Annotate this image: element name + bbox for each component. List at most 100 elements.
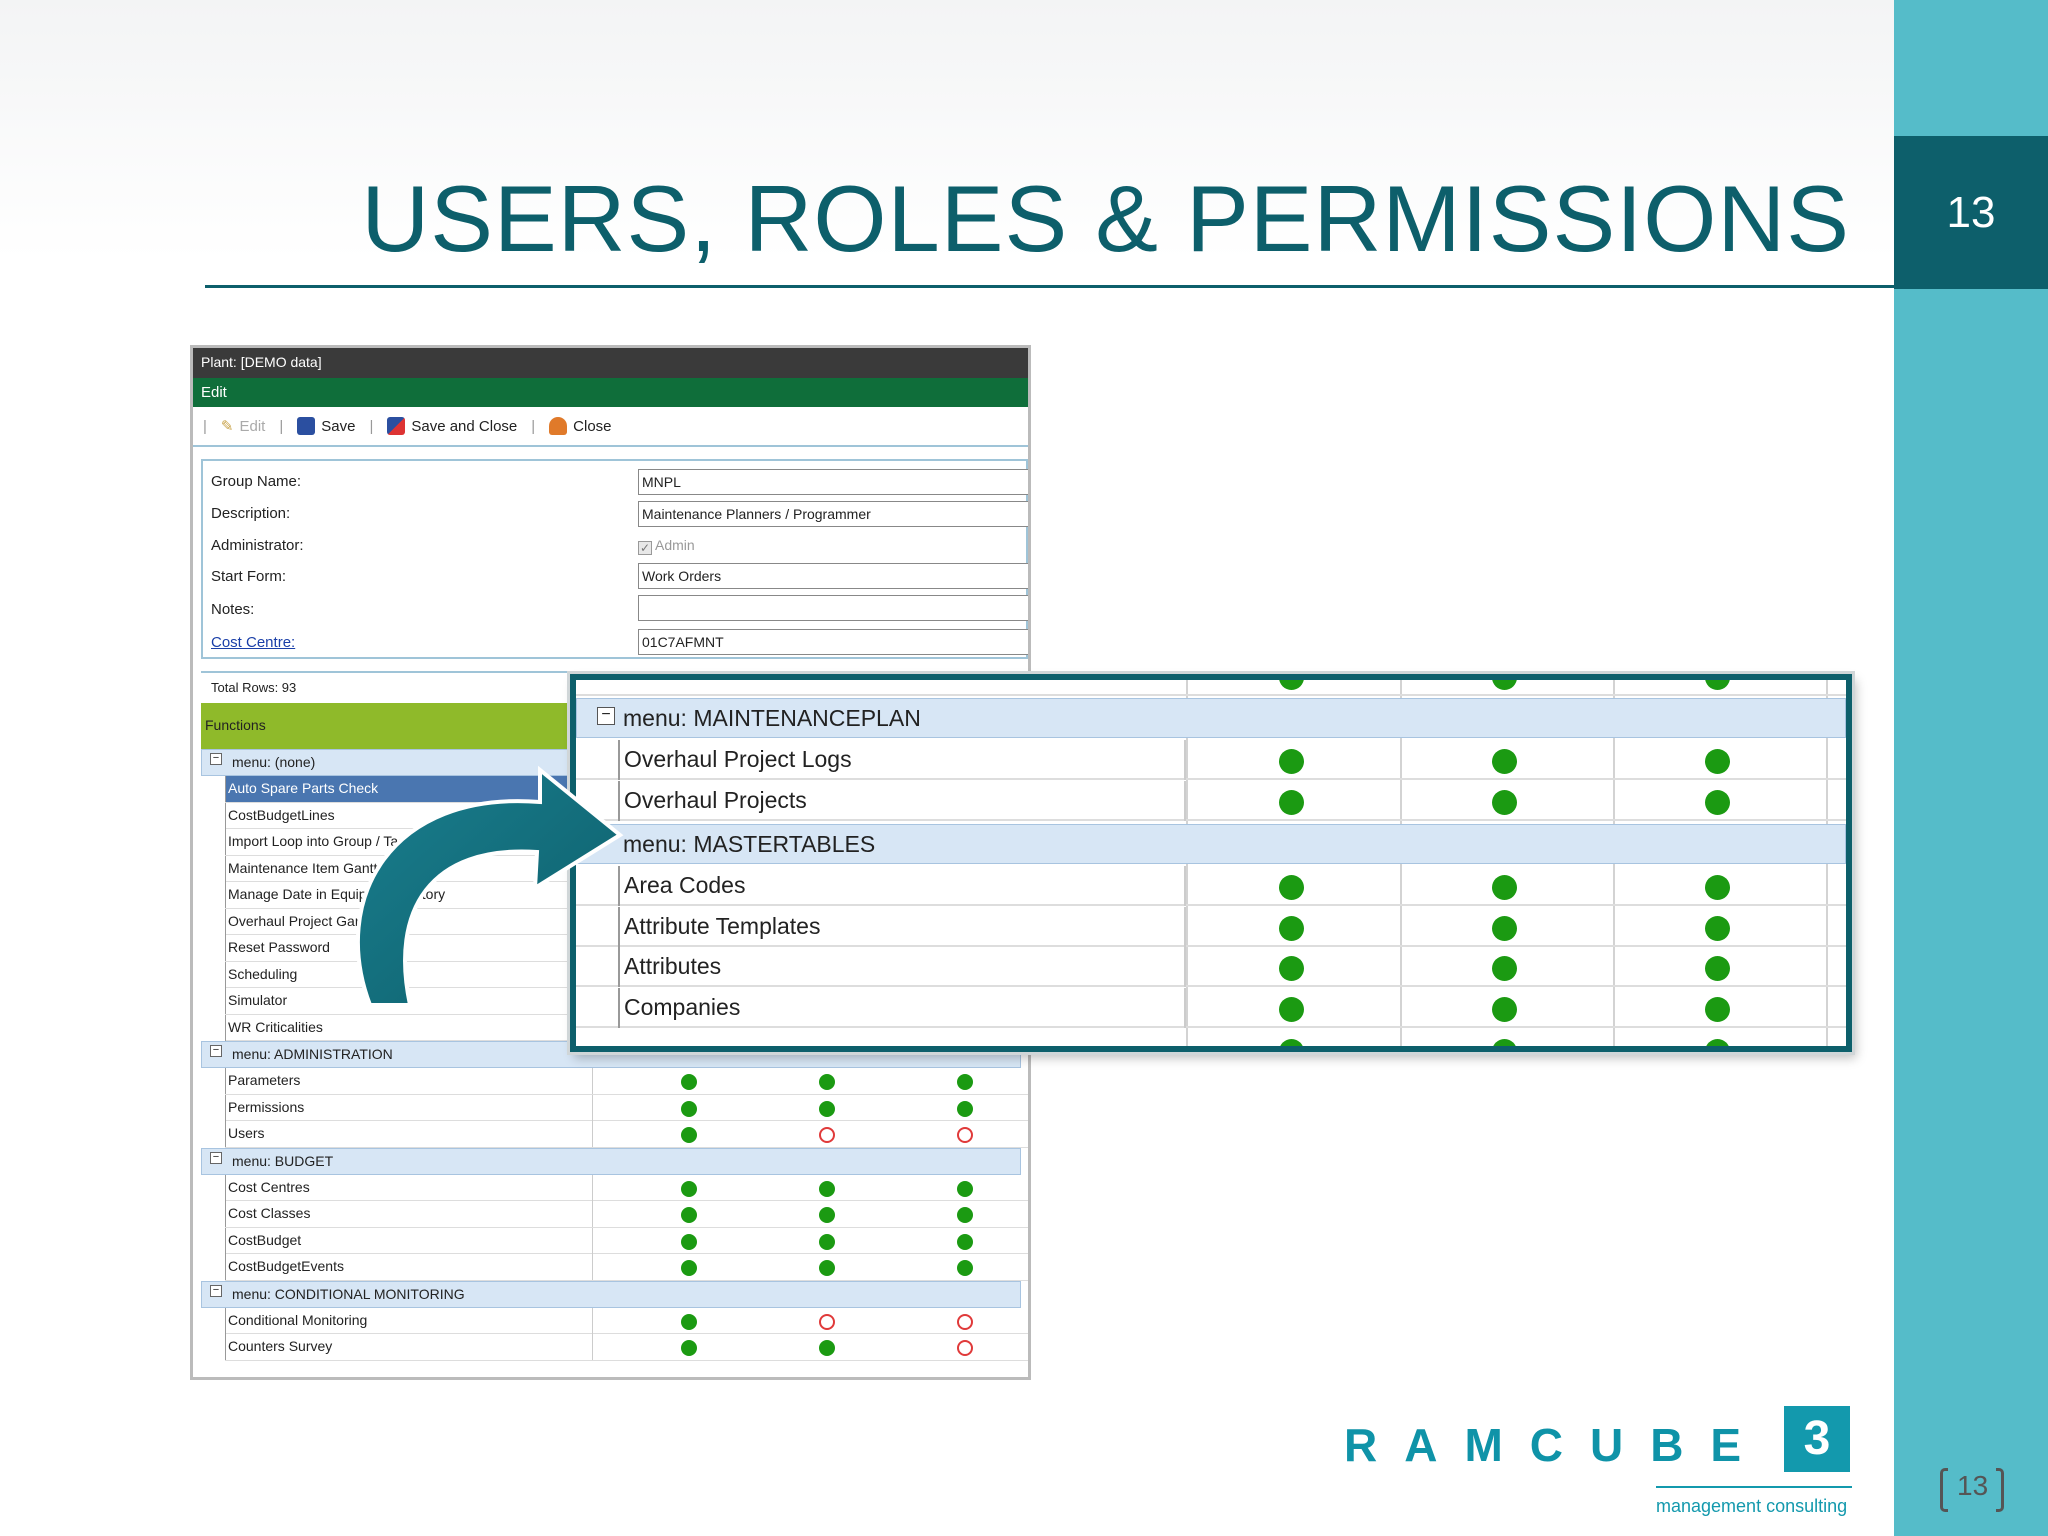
collapse-icon[interactable]: − — [210, 1151, 222, 1164]
function-row[interactable]: Counters Survey — [225, 1334, 1028, 1361]
toolbar-separator: | — [369, 417, 374, 435]
group-name-field[interactable]: MNPL — [638, 469, 1028, 495]
permission-granted-dot[interactable] — [819, 1100, 835, 1117]
permission-granted-dot[interactable] — [1705, 680, 1730, 690]
function-row[interactable]: Overhaul Project Logs — [576, 740, 1846, 780]
menu-group-row[interactable]: − menu: BUDGET — [201, 1147, 1021, 1175]
close-button[interactable]: Close — [549, 417, 612, 435]
permission-granted-dot[interactable] — [681, 1180, 697, 1197]
close-label: Close — [573, 417, 612, 435]
permission-granted-dot[interactable] — [1279, 749, 1304, 774]
function-name: CostBudgetEvents — [225, 1254, 593, 1280]
cost-centre-field[interactable]: 01C7AFMNT — [638, 629, 1028, 655]
permission-denied-dot[interactable] — [957, 1340, 973, 1356]
checkmark-icon: ✓ — [638, 541, 652, 555]
permission-granted-dot[interactable] — [1492, 915, 1517, 941]
permission-granted-dot[interactable] — [681, 1340, 697, 1356]
function-row[interactable]: Permissions — [225, 1094, 1028, 1121]
permission-granted-dot[interactable] — [819, 1074, 835, 1090]
permission-granted-dot[interactable] — [819, 1207, 835, 1223]
function-row[interactable]: Users — [225, 1121, 1028, 1148]
permission-granted-dot[interactable] — [1705, 1039, 1730, 1046]
save-button[interactable]: Save — [297, 417, 355, 435]
permission-denied-dot[interactable] — [957, 1313, 973, 1330]
permission-granted-dot[interactable] — [957, 1260, 973, 1276]
permission-denied-dot[interactable] — [819, 1313, 835, 1330]
cost-centre-link[interactable]: Cost Centre: — [211, 634, 295, 651]
permission-granted-dot[interactable] — [1279, 956, 1304, 981]
description-label: Description: — [211, 505, 291, 522]
permission-granted-dot[interactable] — [1705, 789, 1730, 815]
permission-granted-dot[interactable] — [1492, 749, 1517, 774]
function-row[interactable]: Attribute Templates — [576, 906, 1846, 947]
function-row[interactable]: Attributes — [576, 947, 1846, 987]
function-name: Attributes — [618, 947, 1186, 987]
collapse-icon[interactable]: − — [597, 707, 615, 725]
permission-granted-dot[interactable] — [681, 1074, 697, 1090]
function-row[interactable]: Overhaul Projects — [576, 780, 1846, 821]
function-row[interactable]: Cost Classes — [225, 1201, 1028, 1228]
permission-granted-dot[interactable] — [819, 1180, 835, 1197]
start-form-field[interactable]: Work Orders — [638, 563, 1028, 589]
menu-maintenanceplan[interactable]: − menu: MAINTENANCEPLAN — [576, 698, 1846, 738]
permission-granted-dot[interactable] — [1279, 996, 1304, 1022]
permission-granted-dot[interactable] — [1705, 875, 1730, 900]
function-row[interactable]: Conditional Monitoring — [225, 1307, 1028, 1334]
permission-granted-dot[interactable] — [1279, 1039, 1304, 1046]
permission-granted-dot[interactable] — [819, 1233, 835, 1250]
description-field[interactable]: Maintenance Planners / Programmer — [638, 501, 1028, 527]
menu-mastertables[interactable]: − menu: MASTERTABLES — [576, 824, 1846, 864]
notes-field[interactable] — [638, 595, 1028, 621]
collapse-icon[interactable]: − — [210, 753, 222, 765]
permission-granted-dot[interactable] — [1705, 915, 1730, 941]
permission-granted-dot[interactable] — [957, 1100, 973, 1117]
menu-group-row[interactable]: − menu: CONDITIONAL MONITORING — [201, 1280, 1021, 1308]
permission-granted-dot[interactable] — [1492, 996, 1517, 1022]
edit-button[interactable]: ✎ Edit — [221, 417, 265, 436]
permission-granted-dot[interactable] — [1492, 956, 1517, 981]
permission-granted-dot[interactable] — [1492, 1039, 1517, 1046]
function-row[interactable]: Parameters — [225, 1068, 1028, 1095]
permission-granted-dot[interactable] — [1279, 915, 1304, 941]
function-name: Permissions — [225, 1094, 593, 1121]
permission-granted-dot[interactable] — [957, 1207, 973, 1223]
permission-granted-dot[interactable] — [681, 1260, 697, 1276]
function-row[interactable]: Companies — [576, 987, 1846, 1028]
toolbar-separator: | — [203, 417, 207, 435]
permission-granted-dot[interactable] — [1705, 956, 1730, 981]
admin-checkbox[interactable]: ✓ Admin — [638, 537, 695, 555]
permission-granted-dot[interactable] — [1492, 875, 1517, 900]
permission-granted-dot[interactable] — [957, 1074, 973, 1090]
function-name: Cost Centres — [225, 1174, 593, 1201]
permission-granted-dot[interactable] — [957, 1233, 973, 1250]
save-and-close-button[interactable]: Save and Close — [387, 417, 517, 435]
permission-granted-dot[interactable] — [1705, 749, 1730, 774]
function-name: Overhaul Project Logs — [618, 740, 1186, 780]
permission-granted-dot[interactable] — [681, 1207, 697, 1223]
collapse-icon[interactable]: − — [210, 1284, 222, 1297]
permission-denied-dot[interactable] — [819, 1127, 835, 1143]
permission-granted-dot[interactable] — [1492, 789, 1517, 815]
collapse-icon[interactable]: − — [210, 1045, 222, 1057]
function-row[interactable]: CostBudget — [225, 1227, 1028, 1254]
function-row[interactable]: Cost Centres — [225, 1174, 1028, 1201]
permission-granted-dot[interactable] — [819, 1340, 835, 1356]
permission-granted-dot[interactable] — [681, 1100, 697, 1117]
function-row[interactable]: CostBudgetEvents — [225, 1254, 1028, 1281]
group-name-label: Group Name: — [211, 473, 302, 490]
function-row[interactable]: Area Codes — [576, 866, 1846, 906]
permission-granted-dot[interactable] — [1279, 680, 1304, 690]
permission-granted-dot[interactable] — [681, 1233, 697, 1250]
permission-granted-dot[interactable] — [1279, 875, 1304, 900]
permission-granted-dot[interactable] — [957, 1180, 973, 1197]
permission-denied-dot[interactable] — [957, 1127, 973, 1143]
menu-label: menu: (none) — [232, 754, 316, 770]
permission-granted-dot[interactable] — [681, 1313, 697, 1330]
permission-granted-dot[interactable] — [1492, 680, 1517, 690]
permission-granted-dot[interactable] — [681, 1127, 697, 1143]
permission-granted-dot[interactable] — [1705, 996, 1730, 1022]
permission-granted-dot[interactable] — [1279, 789, 1304, 815]
save-and-close-label: Save and Close — [411, 417, 518, 435]
permission-granted-dot[interactable] — [819, 1260, 835, 1276]
functions-column-header[interactable]: Functions — [201, 703, 581, 749]
